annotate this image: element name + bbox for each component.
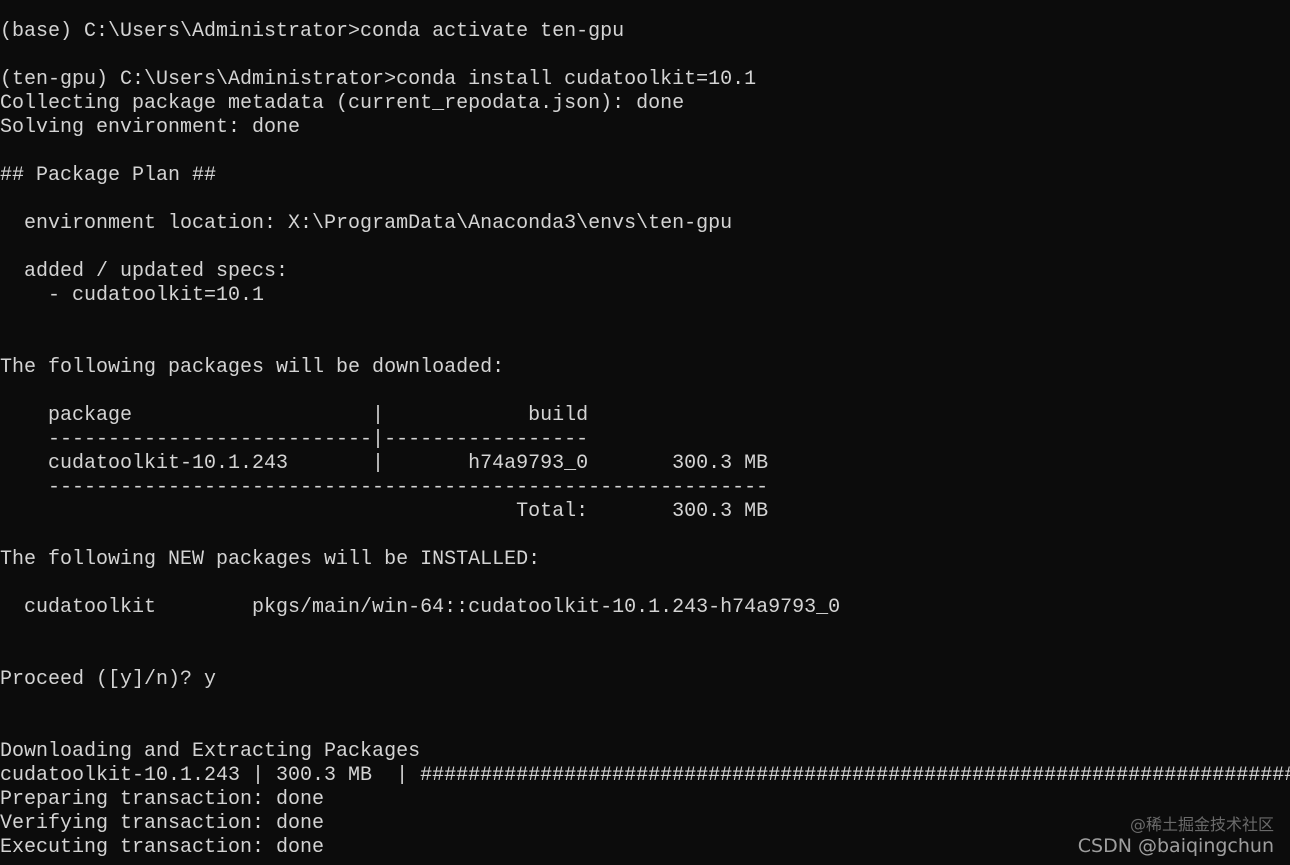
specs-heading: added / updated specs:: [0, 260, 289, 283]
spec-item: - cudatoolkit=10.1: [0, 284, 265, 307]
status-line: Preparing transaction: done: [0, 788, 325, 811]
environment-location-line: environment location: X:\ProgramData\Ana…: [0, 212, 733, 235]
output-line: Solving environment: done: [0, 116, 301, 139]
downloading-heading: Downloading and Extracting Packages: [0, 740, 421, 763]
watermark: @稀土掘金技术社区 CSDN @baiqingchun: [1078, 815, 1274, 857]
proceed-prompt: Proceed ([y]/n)? y: [0, 668, 217, 691]
download-heading: The following packages will be downloade…: [0, 356, 505, 379]
package-table-divider: ---------------------------|------------…: [0, 428, 589, 451]
command-line-activate: (base) C:\Users\Administrator>conda acti…: [0, 20, 625, 43]
output-line: Collecting package metadata (current_rep…: [0, 92, 685, 115]
command-line-install: (ten-gpu) C:\Users\Administrator>conda i…: [0, 68, 757, 91]
terminal-output[interactable]: (base) C:\Users\Administrator>conda acti…: [0, 20, 1290, 865]
package-table-total: Total: 300.3 MB: [0, 500, 769, 523]
watermark-csdn: CSDN @baiqingchun: [1077, 835, 1274, 857]
package-plan-heading: ## Package Plan ##: [0, 164, 217, 187]
package-table-divider: ----------------------------------------…: [0, 476, 769, 499]
watermark-juejin: @稀土掘金技术社区: [1129, 815, 1274, 834]
install-heading: The following NEW packages will be INSTA…: [0, 548, 541, 571]
download-progress-line: cudatoolkit-10.1.243 | 300.3 MB | ######…: [0, 764, 1290, 787]
package-table-header: package | build: [0, 404, 589, 427]
package-table-row: cudatoolkit-10.1.243 | h74a9793_0 300.3 …: [0, 452, 769, 475]
install-package-line: cudatoolkit pkgs/main/win-64::cudatoolki…: [0, 596, 841, 619]
